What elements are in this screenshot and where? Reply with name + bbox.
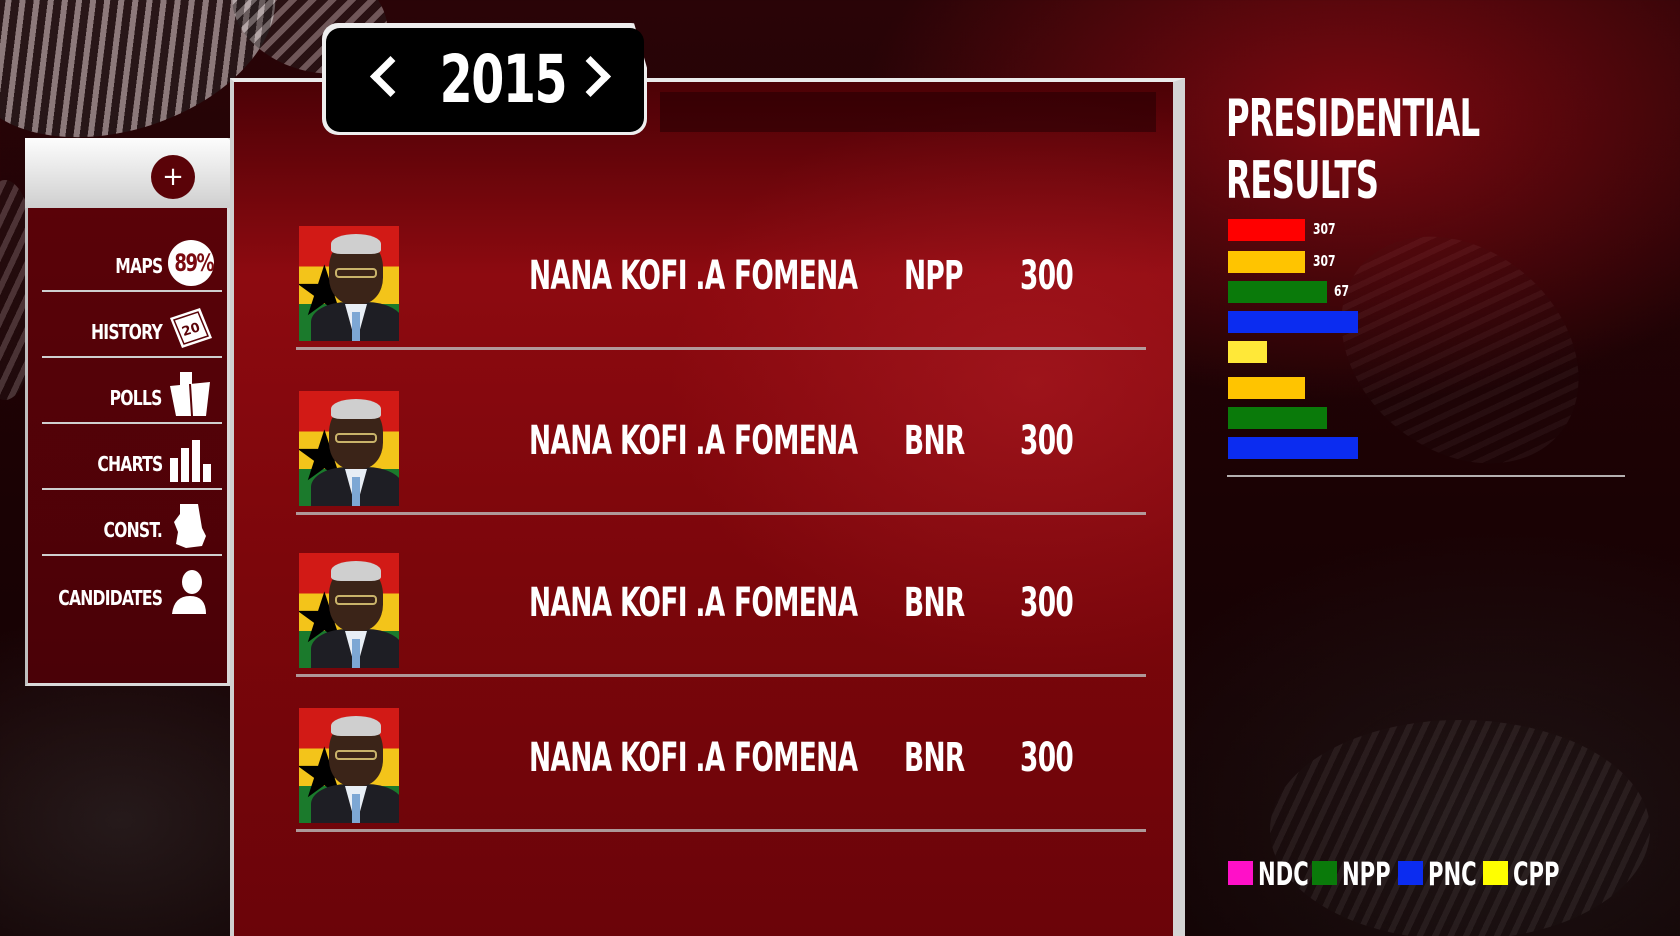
chevron-right-icon[interactable] <box>570 48 616 108</box>
sidebar-item-maps[interactable]: MAPS 89% <box>42 228 222 292</box>
result-bar <box>1228 251 1305 273</box>
legend-label: NDC <box>1258 855 1309 893</box>
row-divider <box>296 829 1146 832</box>
chevron-left-icon[interactable] <box>356 48 402 108</box>
candidate-portrait: ★ <box>299 708 399 823</box>
candidate-party: BNR <box>904 418 965 464</box>
candidate-name: NANA KOFI .A <box>529 253 725 299</box>
sidebar-nav: + MAPS 89% HISTORY 20 POLLS CHARTS CONST… <box>25 138 255 686</box>
row-divider <box>296 512 1146 515</box>
result-bar <box>1228 311 1358 333</box>
candidate-name: NANA KOFI .A <box>529 418 725 464</box>
legend-swatch <box>1483 861 1508 885</box>
candidate-name: NANA KOFI .A <box>529 580 725 626</box>
legend-swatch <box>1398 861 1423 885</box>
result-bar <box>1228 437 1358 459</box>
candidate-row[interactable]: ★ NANA KOFI .A FOMENA BNR 300 <box>296 700 1146 832</box>
row-divider <box>296 674 1146 677</box>
row-divider <box>296 347 1146 350</box>
candidate-portrait: ★ <box>299 553 399 668</box>
decorative-swirl <box>1296 189 1624 511</box>
result-bar <box>1228 219 1305 241</box>
candidate-name: NANA KOFI .A <box>529 735 725 781</box>
legend-swatch <box>1228 861 1253 885</box>
sidebar-item-history[interactable]: HISTORY 20 <box>42 294 222 358</box>
candidate-votes: 300 <box>1020 580 1074 626</box>
candidate-votes: 300 <box>1020 418 1074 464</box>
candidate-constituency: FOMENA <box>734 580 858 626</box>
calendar-icon: 20 <box>170 308 212 348</box>
candidate-party: NPP <box>904 253 963 299</box>
person-icon <box>172 570 206 614</box>
candidate-row[interactable]: ★ NANA KOFI .A FOMENA NPP 300 <box>296 218 1146 350</box>
candidate-votes: 300 <box>1020 253 1074 299</box>
result-bar <box>1228 341 1267 363</box>
sidebar-item-label: CONST. <box>103 518 162 542</box>
ballot-box-icon <box>170 372 210 417</box>
sidebar-item-label: POLLS <box>110 386 163 410</box>
sidebar-item-label: CHARTS <box>96 452 163 476</box>
candidate-portrait: ★ <box>299 391 399 506</box>
sidebar-item-charts[interactable]: CHARTS <box>42 426 222 490</box>
ghana-map-icon <box>174 504 206 548</box>
sidebar-item-const[interactable]: CONST. <box>42 492 222 556</box>
result-bar-value: 67 <box>1334 282 1350 300</box>
legend-label: NPP <box>1342 855 1391 893</box>
results-divider <box>1227 475 1625 477</box>
results-title: PRESIDENTIAL RESULTS <box>1226 89 1480 211</box>
candidate-constituency: FOMENA <box>734 735 858 781</box>
result-bar-value: 307 <box>1313 252 1336 270</box>
candidate-constituency: FOMENA <box>734 418 858 464</box>
add-button[interactable]: + <box>151 155 195 199</box>
legend-swatch <box>1312 861 1337 885</box>
sidebar-item-label: HISTORY <box>90 320 163 344</box>
year-label: 2015 <box>439 41 568 118</box>
percent-badge-icon: 89% <box>168 240 215 286</box>
candidate-votes: 300 <box>1020 735 1074 781</box>
sidebar-item-candidates[interactable]: CANDIDATES <box>42 558 222 622</box>
result-bar <box>1228 407 1327 429</box>
candidate-row[interactable]: ★ NANA KOFI .A FOMENA BNR 300 <box>296 383 1146 515</box>
sidebar-item-label: MAPS <box>114 254 163 278</box>
candidate-party: BNR <box>904 580 965 626</box>
candidate-party: BNR <box>904 735 965 781</box>
legend-label: CPP <box>1513 855 1560 893</box>
result-bar <box>1228 377 1305 399</box>
candidate-row[interactable]: ★ NANA KOFI .A FOMENA BNR 300 <box>296 545 1146 677</box>
sidebar-item-polls[interactable]: POLLS <box>42 360 222 424</box>
decorative-swirl <box>1270 720 1650 936</box>
sidebar-header: + <box>25 138 255 208</box>
bar-chart-icon <box>170 440 211 482</box>
result-bar-value: 307 <box>1313 220 1336 238</box>
sidebar-item-label: CANDIDATES <box>58 586 163 610</box>
result-bar <box>1228 281 1327 303</box>
legend-label: PNC <box>1428 855 1477 893</box>
candidate-portrait: ★ <box>299 226 399 341</box>
header-stripe <box>660 92 1156 132</box>
candidate-constituency: FOMENA <box>734 253 858 299</box>
